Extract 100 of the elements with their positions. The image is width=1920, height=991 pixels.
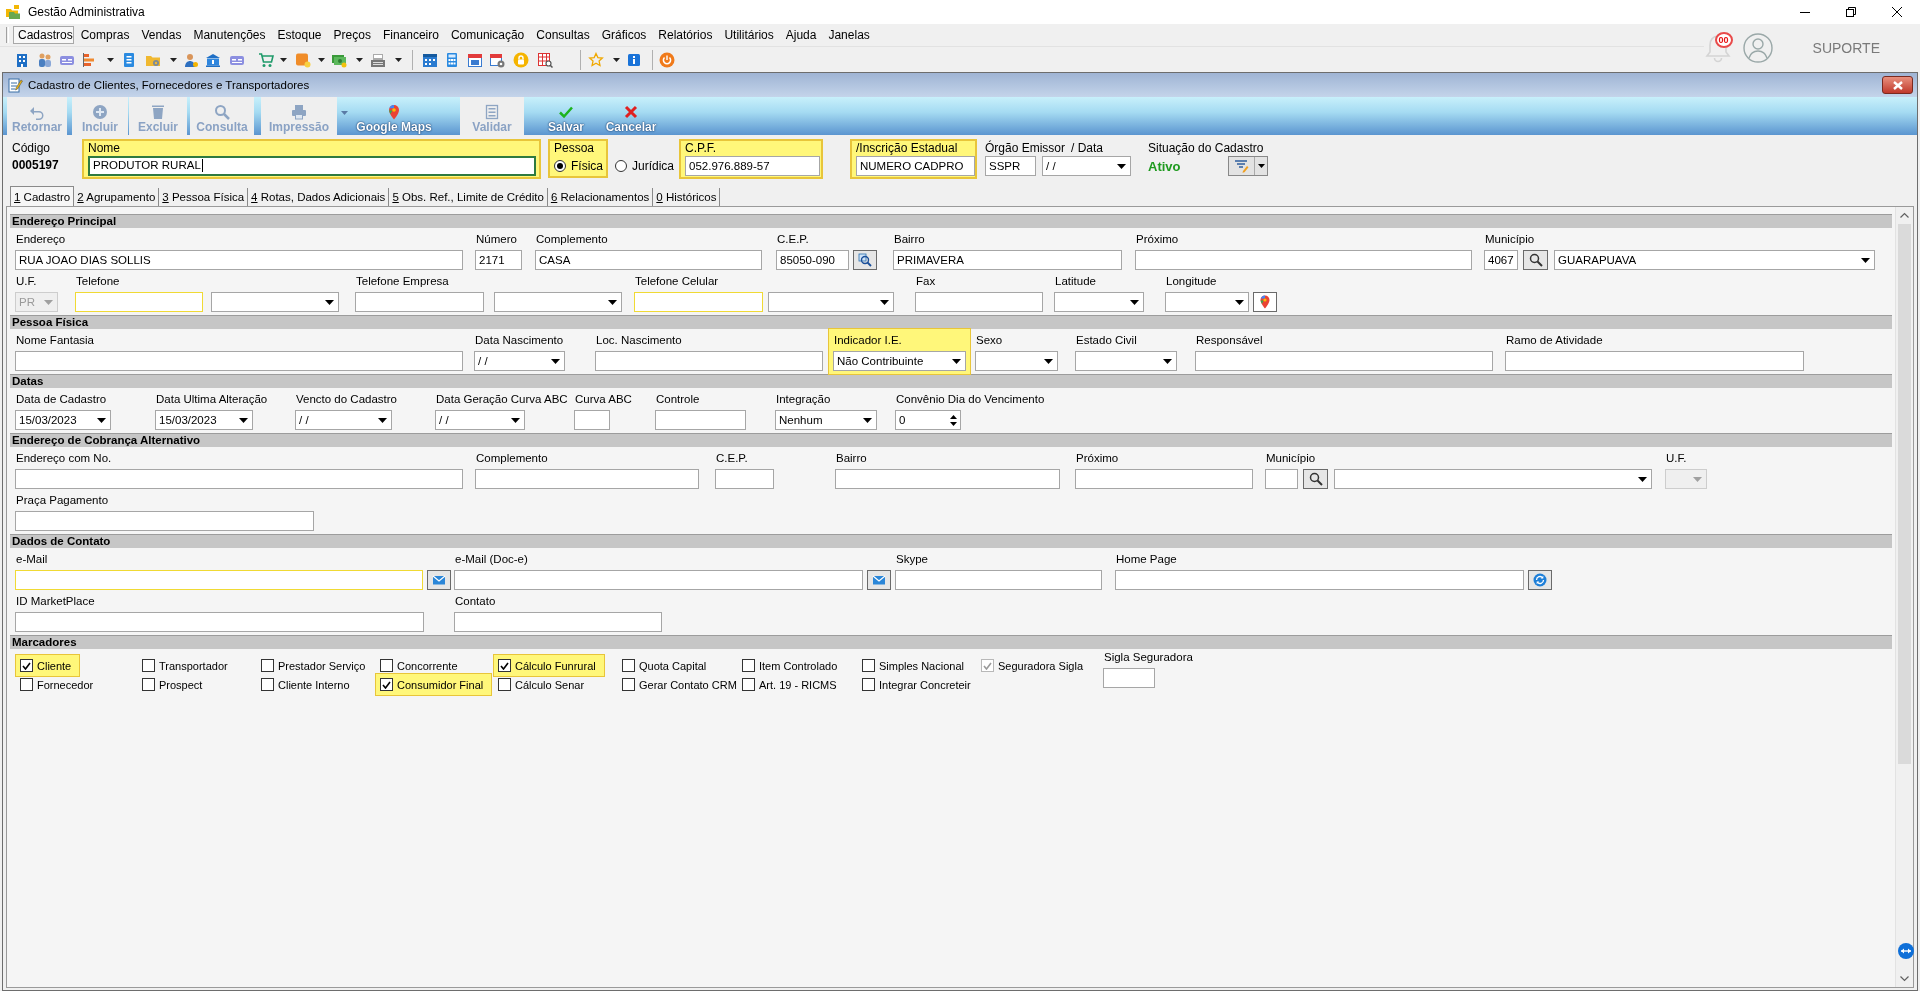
email-button[interactable]	[427, 570, 451, 590]
dropdown[interactable]	[1054, 292, 1144, 312]
menu-item[interactable]: Gráficos	[596, 26, 652, 44]
text-field[interactable]	[475, 469, 699, 489]
menu-item[interactable]: Comunicação	[445, 26, 530, 44]
caret-icon[interactable]	[107, 57, 114, 62]
text-field[interactable]	[454, 570, 863, 590]
dropdown[interactable]: 15/03/2023	[155, 410, 253, 430]
text-field[interactable]: 85050-090	[776, 250, 849, 270]
caret-icon[interactable]	[395, 57, 402, 62]
menu-item[interactable]: Ajuda	[780, 26, 822, 44]
menu-item[interactable]: Compras	[75, 26, 135, 44]
building-icon[interactable]	[14, 51, 30, 68]
arrows-circle-icon[interactable]	[1898, 943, 1914, 959]
text-field[interactable]: 4067	[1484, 250, 1518, 270]
menu-item[interactable]: Consultas	[531, 26, 595, 44]
scrollbar[interactable]	[1895, 207, 1913, 987]
email-button[interactable]	[867, 570, 891, 590]
user-avatar-icon[interactable]	[1742, 33, 1773, 63]
text-field[interactable]	[15, 351, 463, 371]
text-field[interactable]: 2171	[475, 250, 522, 270]
text-field[interactable]: NUMERO CADPRO	[856, 156, 975, 176]
tab[interactable]: 1 Cadastro	[10, 186, 75, 206]
text-field[interactable]	[454, 612, 662, 632]
dropdown[interactable]	[211, 292, 339, 312]
text-field[interactable]	[835, 469, 1060, 489]
radio-button[interactable]	[554, 159, 566, 172]
spin-field[interactable]: 0	[895, 410, 961, 430]
menu-item[interactable]: Utilitários	[719, 26, 779, 44]
checkbox[interactable]	[622, 659, 635, 672]
text-field[interactable]	[15, 612, 424, 632]
search-button[interactable]	[1303, 469, 1328, 489]
text-field[interactable]	[595, 351, 823, 371]
dropdown[interactable]: GUARAPUAVA	[1554, 250, 1875, 270]
text-field[interactable]	[15, 511, 314, 531]
text-field[interactable]	[75, 292, 203, 312]
bar-chart-icon[interactable]	[81, 51, 97, 68]
text-field[interactable]	[1505, 351, 1804, 371]
checkbox[interactable]	[862, 678, 875, 691]
calculator-icon[interactable]	[444, 51, 460, 68]
search-button[interactable]	[853, 250, 877, 270]
menu-item[interactable]: Preços	[328, 26, 376, 44]
dropdown[interactable]: Não Contribuinte	[833, 351, 966, 371]
text-field[interactable]: SSPR	[985, 156, 1036, 176]
dropdown[interactable]: / /	[295, 410, 392, 430]
text-field[interactable]	[574, 410, 610, 430]
close-icon[interactable]	[1892, 7, 1902, 17]
text-field[interactable]: 052.976.889-57	[685, 156, 820, 176]
calendar-icon[interactable]	[422, 51, 438, 68]
text-field[interactable]	[915, 292, 1043, 312]
text-field[interactable]	[15, 570, 423, 590]
dropdown[interactable]	[975, 351, 1058, 371]
star-icon[interactable]	[588, 51, 604, 68]
text-field[interactable]	[1103, 668, 1155, 688]
box-icon[interactable]	[295, 51, 311, 68]
dropdown[interactable]: / /	[474, 351, 565, 371]
checkbox[interactable]	[498, 678, 511, 691]
people-icon[interactable]	[37, 51, 53, 68]
cash-register-icon[interactable]	[370, 51, 386, 68]
radio-button[interactable]	[615, 159, 627, 172]
info-icon[interactable]	[626, 51, 642, 68]
checkbox[interactable]	[261, 678, 274, 691]
menu-item[interactable]: Vendas	[136, 26, 187, 44]
dropdown[interactable]	[1334, 469, 1652, 489]
text-field[interactable]	[355, 292, 484, 312]
checkbox[interactable]	[862, 659, 875, 672]
text-field[interactable]	[895, 570, 1102, 590]
text-field[interactable]	[1265, 469, 1298, 489]
checkbox[interactable]	[498, 659, 511, 672]
menu-item[interactable]: Cadastros	[13, 26, 74, 44]
checkbox[interactable]	[622, 678, 635, 691]
text-field[interactable]	[715, 469, 774, 489]
checkbox[interactable]	[380, 678, 393, 691]
restore-icon[interactable]	[1846, 7, 1856, 17]
text-field[interactable]: PRIMAVERA	[893, 250, 1122, 270]
text-field[interactable]	[634, 292, 763, 312]
text-field[interactable]	[15, 469, 463, 489]
text-field[interactable]: CASA	[535, 250, 762, 270]
status-menu-button[interactable]	[1228, 156, 1268, 176]
dropdown[interactable]	[1165, 292, 1249, 312]
caret-icon[interactable]	[170, 57, 177, 62]
menu-item[interactable]: Financeiro	[377, 26, 444, 44]
search-button[interactable]	[1523, 250, 1548, 270]
bell-icon[interactable]	[1703, 33, 1732, 63]
caret-icon[interactable]	[280, 57, 287, 62]
dropdown[interactable]: / /	[1042, 156, 1131, 176]
dropdown[interactable]	[1075, 351, 1177, 371]
table-search-icon[interactable]	[537, 51, 553, 68]
map-button[interactable]	[1253, 292, 1277, 312]
text-field[interactable]: PRODUTOR RURAL	[88, 156, 536, 176]
checkbox[interactable]	[142, 659, 155, 672]
checkbox[interactable]	[742, 678, 755, 691]
calendar-gear-icon[interactable]	[489, 51, 505, 68]
power-icon[interactable]	[659, 51, 675, 68]
text-field[interactable]: RUA JOAO DIAS SOLLIS	[15, 250, 463, 270]
menu-item[interactable]: Estoque	[272, 26, 327, 44]
text-field[interactable]	[1075, 469, 1253, 489]
text-field[interactable]	[655, 410, 746, 430]
caret-icon[interactable]	[613, 57, 620, 62]
dropdown[interactable]: / /	[435, 410, 525, 430]
